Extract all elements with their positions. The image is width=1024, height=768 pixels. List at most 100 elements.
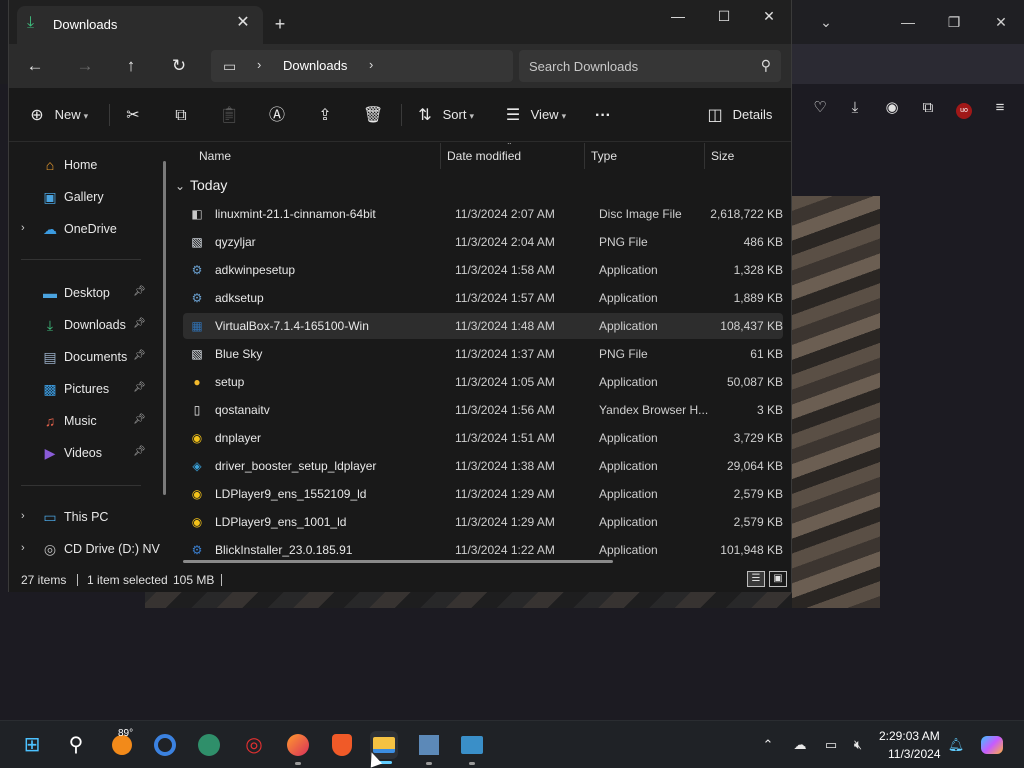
opera-gx-icon[interactable]: ◎ (240, 731, 268, 759)
maximize-button[interactable]: ☐ (701, 4, 747, 28)
column-header-date[interactable]: Date modified (447, 149, 521, 163)
installer-app-icon[interactable] (415, 731, 443, 759)
tab-list-chevron-icon[interactable]: ⌄ (814, 10, 838, 34)
column-header-name[interactable]: Name (199, 149, 231, 163)
copilot-icon[interactable] (980, 735, 1004, 755)
browser-download-icon[interactable]: ⤓ (843, 96, 867, 120)
sort-button[interactable]: ⇅ Sort ▾ (415, 103, 474, 127)
pin-icon[interactable]: 📌︎ (133, 414, 146, 425)
file-row[interactable]: ◈ driver_booster_setup_ldplayer 11/3/2024 … (183, 453, 783, 479)
file-row[interactable]: ◉ LDPlayer9_ens_1001_ld 11/3/2024 1:29 AM A… (183, 509, 783, 535)
clock-time[interactable]: 2:29:03 AM (879, 729, 940, 743)
refresh-icon[interactable]: ↻ (165, 52, 193, 80)
column-divider[interactable] (584, 143, 585, 169)
column-divider[interactable] (440, 143, 441, 169)
running-indicator (469, 762, 475, 765)
copy-button[interactable]: ⧉ (171, 103, 191, 127)
column-header-size[interactable]: Size (711, 149, 734, 163)
chromium-icon[interactable] (151, 731, 179, 759)
chevron-right-icon[interactable]: › (21, 222, 25, 234)
chevron-up-icon[interactable]: ⌃ (758, 735, 778, 755)
browser-restore-button[interactable]: ❐ (942, 10, 966, 34)
sidebar-scrollbar[interactable] (163, 161, 166, 495)
sidebar-item-onedrive[interactable]: › ☁ OneDrive (9, 215, 159, 243)
pin-icon[interactable]: 📌︎ (133, 318, 146, 329)
details-view-icon[interactable]: ☰ (747, 571, 765, 587)
search-icon[interactable]: ⚲ (761, 57, 771, 74)
sidebar-item-cd-drive[interactable]: › ◎ CD Drive (D:) NV (9, 535, 160, 563)
sidebar-item-gallery[interactable]: ▣ Gallery (9, 183, 159, 211)
sidebar-item-desktop[interactable]: ▬ Desktop 📌︎ (9, 279, 159, 307)
pin-icon[interactable]: 📌︎ (133, 350, 146, 361)
sidebar-item-this-pc[interactable]: › ▭ This PC (9, 503, 159, 531)
pin-icon[interactable]: 📌︎ (133, 382, 146, 393)
documents-icon: ▤ (43, 349, 57, 365)
file-row[interactable]: ⚙ adksetup 11/3/2024 1:57 AM Application 1,8… (183, 285, 783, 311)
pin-icon[interactable]: 📌︎ (133, 446, 146, 457)
edge-icon[interactable] (195, 731, 223, 759)
large-icons-view-icon[interactable]: ▣ (769, 571, 787, 587)
file-row[interactable]: ◧ linuxmint-21.1-cinnamon-64bit 11/3/2024 … (183, 201, 783, 227)
pin-icon[interactable]: 📌︎ (133, 286, 146, 297)
column-divider[interactable] (704, 143, 705, 169)
minimize-button[interactable]: — (655, 4, 701, 28)
pocket-icon[interactable]: ♡ (808, 96, 832, 120)
chevron-right-icon[interactable]: › (257, 57, 261, 72)
rename-button[interactable]: Ⓐ (267, 103, 287, 127)
network-icon[interactable]: ▭ (821, 735, 841, 755)
sidebar-item-music[interactable]: ♫ Music 📌︎ (9, 407, 159, 435)
onedrive-offline-icon[interactable]: ☁ (790, 735, 810, 755)
menu-icon[interactable]: ≡ (988, 96, 1012, 120)
browser-minimize-button[interactable]: — (896, 10, 920, 34)
chevron-right-icon[interactable]: › (21, 542, 25, 554)
chevron-right-icon[interactable]: › (21, 510, 25, 522)
up-arrow-icon[interactable]: ↑ (117, 52, 145, 80)
address-bar[interactable]: ▭ › Downloads › (211, 50, 513, 82)
file-row[interactable]: ▧ qyzyljar 11/3/2024 2:04 AM PNG File 486 KB (183, 229, 783, 255)
share-button[interactable]: ⇪ (315, 103, 335, 127)
setup-app-icon[interactable] (458, 731, 486, 759)
clock-date[interactable]: 11/3/2024 (888, 747, 941, 761)
brave-icon[interactable] (328, 731, 356, 759)
notification-bell-icon[interactable]: 🔔︎ (946, 735, 966, 755)
sidebar-item-videos[interactable]: ▶ Videos 📌︎ (9, 439, 159, 467)
forward-arrow-icon[interactable]: → (71, 52, 99, 80)
search-icon[interactable]: ⚲ (62, 731, 90, 759)
column-header-type[interactable]: Type (591, 149, 617, 163)
sidebar-item-documents[interactable]: ▤ Documents 📌︎ (9, 343, 159, 371)
browser-close-button[interactable]: ✕ (989, 10, 1013, 34)
extensions-icon[interactable]: ⧉ (916, 96, 940, 120)
new-tab-icon[interactable]: + (269, 13, 291, 35)
file-row[interactable]: ⚙ adkwinpesetup 11/3/2024 1:58 AM Applicati… (183, 257, 783, 283)
paste-button[interactable]: 📋︎ (219, 103, 239, 127)
search-box[interactable]: ⚲ (519, 50, 781, 82)
start-windows-icon[interactable]: ⊞ (18, 731, 46, 759)
sidebar-item-downloads[interactable]: ⤓ Downloads 📌︎ (9, 311, 159, 339)
ublock-origin-icon[interactable]: uo (952, 96, 976, 120)
cut-button[interactable]: ✂ (123, 103, 143, 127)
details-button[interactable]: ◫ Details (705, 103, 772, 127)
file-row[interactable]: ◉ dnplayer 11/3/2024 1:51 AM Application 3,7… (183, 425, 783, 451)
close-tab-icon[interactable]: ✕ (233, 13, 253, 33)
tab-downloads[interactable]: ⤓ Downloads ✕ (17, 6, 263, 44)
volume-muted-icon[interactable]: 🔇︎ (848, 735, 868, 755)
file-row[interactable]: ▧ Blue Sky 11/3/2024 1:37 AM PNG File 61 KB (183, 341, 783, 367)
file-row[interactable]: ◉ LDPlayer9_ens_1552109_ld 11/3/2024 1:29 … (183, 481, 783, 507)
sidebar-item-home[interactable]: ⌂ Home (9, 151, 159, 179)
search-input[interactable] (529, 56, 739, 76)
firefox-icon[interactable] (284, 731, 312, 759)
view-button[interactable]: ☰ View ▾ (503, 103, 566, 127)
breadcrumb-downloads[interactable]: Downloads (283, 58, 347, 73)
new-button[interactable]: ⊕ New ▾ (27, 103, 88, 127)
file-row[interactable]: ● setup 11/3/2024 1:05 AM Application 50,087… (183, 369, 783, 395)
close-window-button[interactable]: ✕ (746, 4, 792, 28)
file-row[interactable]: ▦ VirtualBox-7.1.4-165100-Win 11/3/2024 1:… (183, 313, 783, 339)
delete-button[interactable]: 🗑︎ (363, 103, 383, 127)
account-icon[interactable]: ◉ (880, 96, 904, 120)
chevron-right-icon[interactable]: › (369, 57, 373, 72)
file-row[interactable]: ▯ qostanaitv 11/3/2024 1:56 AM Yandex Brows… (183, 397, 783, 423)
sidebar-item-pictures[interactable]: ▩ Pictures 📌︎ (9, 375, 159, 403)
back-arrow-icon[interactable]: ← (21, 52, 49, 80)
more-options-button[interactable]: ··· (593, 103, 613, 127)
file-list-horizontal-scrollbar[interactable] (183, 560, 613, 563)
